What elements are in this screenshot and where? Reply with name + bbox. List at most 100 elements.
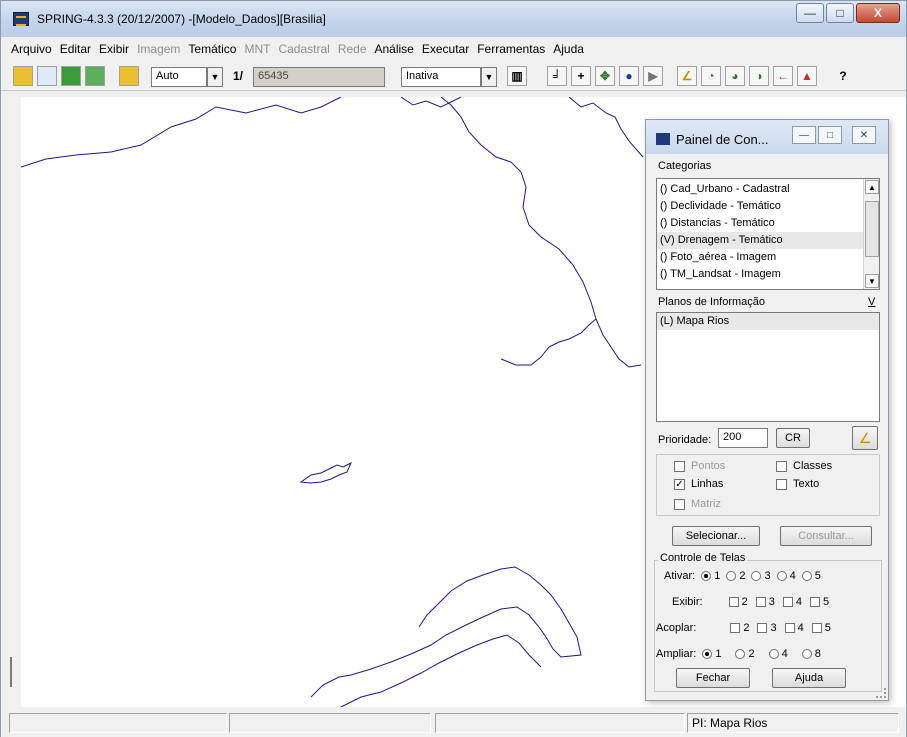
ativar-radio-5[interactable] — [801, 571, 812, 581]
exibir-check-3[interactable] — [755, 597, 766, 607]
classes-checkbox[interactable]: Classes — [776, 460, 832, 472]
back-icon[interactable]: ← — [773, 66, 793, 86]
control-panel-titlebar[interactable]: Painel de Con... — □ ✕ — [646, 120, 888, 154]
resize-grip-icon[interactable] — [876, 688, 886, 698]
menu-cadastral[interactable]: Cadastral — [274, 42, 333, 56]
plane-item[interactable]: (L) Mapa Rios — [657, 313, 879, 330]
title-bar: SPRING-4.3.3 (20/12/2007) -[Modelo_Dados… — [1, 1, 906, 37]
screen-control-label: Controle de Telas — [658, 552, 748, 564]
panel-maximize-button[interactable]: □ — [818, 126, 842, 144]
menu-imagem[interactable]: Imagem — [133, 42, 184, 56]
menu-tematico[interactable]: Temático — [184, 42, 240, 56]
scroll-up-icon[interactable]: ▲ — [865, 180, 879, 194]
menu-mnt[interactable]: MNT — [240, 42, 274, 56]
menu-analise[interactable]: Análise — [371, 42, 418, 56]
categories-list[interactable]: () Cad_Urbano - Cadastral () Declividade… — [656, 178, 880, 290]
menu-rede[interactable]: Rede — [334, 42, 371, 56]
database-icon[interactable] — [13, 66, 33, 86]
category-item[interactable]: () Declividade - Temático — [657, 198, 879, 215]
spring-app-icon — [13, 12, 29, 26]
minimize-button[interactable]: — — [796, 3, 824, 23]
cursor-line-icon[interactable]: ╛ — [547, 66, 567, 86]
status-bar: PI: Mapa Rios — [1, 709, 906, 737]
menu-ferramentas[interactable]: Ferramentas — [473, 42, 549, 56]
maximize-button[interactable]: □ — [826, 3, 854, 23]
river-line-south-loop — [310, 566, 582, 698]
exibir-check-4[interactable] — [782, 597, 793, 607]
panel-minimize-button[interactable]: — — [792, 126, 816, 144]
exibir-check-5[interactable] — [809, 597, 820, 607]
close-panel-button[interactable]: Fechar — [676, 668, 750, 688]
category-item[interactable]: () Foto_aérea - Imagem — [657, 249, 879, 266]
category-item[interactable]: () Distancias - Temático — [657, 215, 879, 232]
ativar-radio-1[interactable] — [701, 571, 712, 581]
plane-icon[interactable] — [85, 66, 105, 86]
status-cell-2 — [229, 713, 431, 733]
menu-editar[interactable]: Editar — [56, 42, 95, 56]
panel-close-button[interactable]: ✕ — [852, 126, 876, 144]
restore-icon[interactable]: ▲ — [797, 66, 817, 86]
planes-label: Planos de Informação — [658, 296, 766, 308]
ativar-radio-2[interactable] — [726, 571, 737, 581]
cursor-mode-select[interactable]: Inativa — [401, 67, 481, 87]
exibir-check-2[interactable] — [728, 597, 739, 607]
priority-input[interactable]: 200 — [718, 428, 768, 448]
edit-icon[interactable]: ∠ — [677, 66, 697, 86]
category-item[interactable]: () Cad_Urbano - Cadastral — [657, 181, 879, 198]
zoom-in-icon[interactable]: ◔ — [701, 66, 721, 86]
control-panel-window: Painel de Con... — □ ✕ Categorias () Cad… — [645, 119, 889, 701]
category-item[interactable]: () TM_Landsat - Imagem — [657, 266, 879, 283]
scale-prefix: 1/ — [233, 69, 244, 83]
spring-main-window: SPRING-4.3.3 (20/12/2007) -[Modelo_Dados… — [0, 0, 907, 737]
river-line-northwest — [21, 97, 342, 168]
ativar-radio-4[interactable] — [776, 571, 787, 581]
ampliar-radio-1[interactable] — [702, 649, 713, 659]
linhas-checkbox[interactable]: ✓ Linhas — [674, 478, 723, 490]
menu-executar[interactable]: Executar — [418, 42, 473, 56]
query-button[interactable]: Consultar... — [780, 526, 872, 546]
grid-icon[interactable]: ▥ — [507, 66, 527, 86]
acoplar-check-2[interactable] — [730, 623, 741, 633]
ampliar-radio-4[interactable] — [768, 649, 779, 659]
draw-icon[interactable] — [119, 66, 139, 86]
close-button[interactable]: X — [856, 3, 900, 23]
project-icon[interactable] — [37, 66, 57, 86]
menu-arquivo[interactable]: Arquivo — [7, 42, 56, 56]
ampliar-radio-8[interactable] — [801, 649, 812, 659]
acoplar-check-5[interactable] — [811, 623, 822, 633]
zoom-window-icon[interactable]: ◑ — [749, 66, 769, 86]
help-icon[interactable]: ? — [833, 66, 853, 86]
scroll-thumb[interactable] — [865, 201, 879, 257]
info-icon[interactable]: ● — [619, 66, 639, 86]
planes-list[interactable]: (L) Mapa Rios — [656, 312, 880, 422]
main-toolbar: Auto ▼ 1/ 65435 Inativa ▼ ▥ ╛ + ✥ ● ▶ ∠ … — [1, 61, 906, 91]
zoom-mode-dropdown-icon[interactable]: ▼ — [207, 67, 223, 87]
categories-scrollbar[interactable]: ▲ ▼ — [863, 179, 879, 289]
crosshair-icon[interactable]: + — [571, 66, 591, 86]
status-cell-1 — [9, 713, 227, 733]
pontos-checkbox[interactable]: Pontos — [674, 460, 725, 472]
layers-icon[interactable] — [61, 66, 81, 86]
category-item-selected[interactable]: (V) Drenagem - Temático — [657, 232, 879, 249]
acoplar-check-3[interactable] — [757, 623, 768, 633]
cursor-mode-dropdown-icon[interactable]: ▼ — [481, 67, 497, 87]
ativar-radio-3[interactable] — [751, 571, 762, 581]
edit-visual-icon[interactable]: ∠ — [852, 426, 878, 450]
pan-icon[interactable]: ✥ — [595, 66, 615, 86]
menu-exibir[interactable]: Exibir — [95, 42, 133, 56]
planes-visibility-toggle[interactable]: V — [868, 296, 875, 308]
menu-ajuda[interactable]: Ajuda — [549, 42, 588, 56]
ampliar-row: Ampliar: 1 2 4 8 — [656, 648, 821, 660]
matriz-checkbox[interactable]: Matriz — [674, 498, 721, 510]
texto-checkbox[interactable]: Texto — [776, 478, 819, 490]
pointer-icon[interactable]: ▶ — [643, 66, 663, 86]
select-button[interactable]: Selecionar... — [672, 526, 760, 546]
scroll-down-icon[interactable]: ▼ — [865, 274, 879, 288]
zoom-out-icon[interactable]: ◕ — [725, 66, 745, 86]
help-panel-button[interactable]: Ajuda — [772, 668, 846, 688]
ampliar-radio-2[interactable] — [735, 649, 746, 659]
zoom-mode-select[interactable]: Auto — [151, 67, 207, 87]
acoplar-check-4[interactable] — [784, 623, 795, 633]
cr-button[interactable]: CR — [776, 428, 810, 448]
scale-field[interactable]: 65435 — [253, 67, 385, 87]
